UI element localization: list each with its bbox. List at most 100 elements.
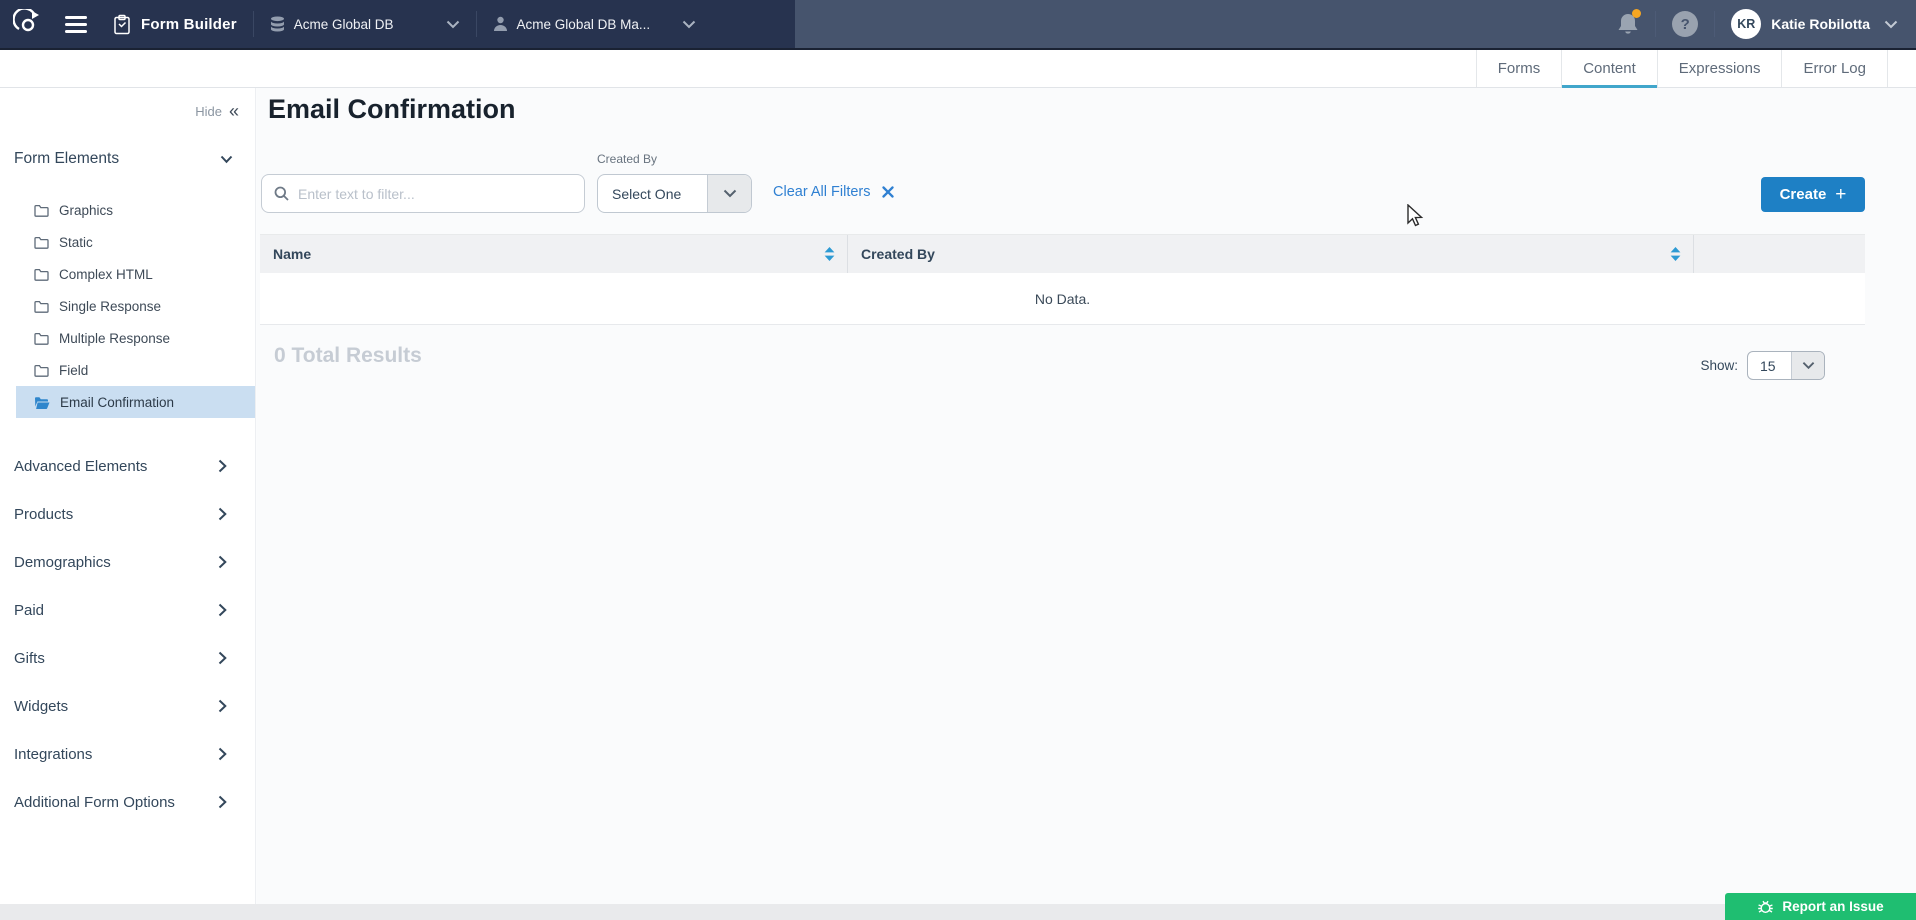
empty-state-row: No Data. bbox=[260, 273, 1865, 325]
sidebar-section-integrations[interactable]: Integrations bbox=[0, 730, 255, 778]
top-navbar: Form Builder Acme Global DB bbox=[0, 0, 1916, 50]
clipboard-icon bbox=[113, 14, 131, 35]
sidebar-item-multiple-response[interactable]: Multiple Response bbox=[16, 322, 255, 354]
column-header-actions bbox=[1694, 235, 1865, 273]
sort-icon[interactable] bbox=[1670, 247, 1681, 261]
notification-badge bbox=[1632, 9, 1641, 18]
sidebar-sections: Advanced Elements Products Demographics … bbox=[0, 442, 255, 826]
sidebar-section-widgets[interactable]: Widgets bbox=[0, 682, 255, 730]
chevron-right-icon bbox=[218, 555, 227, 569]
created-by-select[interactable]: Select One bbox=[597, 174, 752, 213]
search-icon bbox=[274, 186, 289, 201]
help-icon[interactable]: ? bbox=[1672, 11, 1698, 37]
hide-label: Hide bbox=[195, 104, 222, 119]
content-table: Name Created By No Data. bbox=[260, 234, 1865, 325]
tab-expressions[interactable]: Expressions bbox=[1657, 50, 1782, 87]
folder-icon bbox=[34, 332, 49, 345]
section-tabbar: Forms Content Expressions Error Log bbox=[0, 50, 1916, 88]
person-icon bbox=[493, 16, 508, 32]
sidebar-item-field[interactable]: Field bbox=[16, 354, 255, 386]
app-title: Form Builder bbox=[141, 16, 237, 33]
chevron-right-icon bbox=[218, 603, 227, 617]
main-content: Email Confirmation Created By Select One… bbox=[257, 88, 1916, 904]
report-an-issue-button[interactable]: Report an Issue bbox=[1725, 893, 1916, 920]
sidebar-group-form-elements[interactable]: Form Elements bbox=[14, 150, 233, 168]
filter-search-box bbox=[261, 174, 585, 213]
folder-icon bbox=[34, 300, 49, 313]
sidebar-hide-button[interactable]: Hide « bbox=[0, 88, 255, 120]
chevron-down-icon bbox=[707, 175, 751, 212]
page-size-value: 15 bbox=[1748, 352, 1791, 379]
chevron-right-icon bbox=[218, 699, 227, 713]
page-size-select[interactable]: 15 bbox=[1747, 351, 1825, 380]
sidebar-section-paid[interactable]: Paid bbox=[0, 586, 255, 634]
column-header-name: Name bbox=[260, 235, 848, 273]
sidebar-item-email-confirmation[interactable]: Email Confirmation bbox=[16, 386, 255, 418]
folder-icon bbox=[34, 268, 49, 281]
profile-selector[interactable]: Acme Global DB Ma... bbox=[493, 16, 697, 32]
sidebar-item-graphics[interactable]: Graphics bbox=[16, 194, 255, 226]
clear-all-filters-button[interactable]: Clear All Filters bbox=[773, 184, 894, 200]
sidebar-item-complex-html[interactable]: Complex HTML bbox=[16, 258, 255, 290]
chevron-right-icon bbox=[218, 795, 227, 809]
chevron-down-icon bbox=[220, 155, 233, 164]
navbar-divider bbox=[1714, 11, 1715, 37]
notifications-bell-icon[interactable] bbox=[1617, 12, 1639, 36]
created-by-filter-label: Created By bbox=[597, 152, 657, 166]
footer-strip bbox=[0, 904, 1916, 920]
navbar-divider bbox=[1655, 11, 1656, 37]
navbar-divider bbox=[476, 11, 477, 37]
profile-selector-value: Acme Global DB Ma... bbox=[517, 17, 651, 32]
open-folder-icon bbox=[34, 396, 50, 409]
database-selector-value: Acme Global DB bbox=[294, 17, 394, 32]
sidebar-section-advanced-elements[interactable]: Advanced Elements bbox=[0, 442, 255, 490]
sidebar-item-single-response[interactable]: Single Response bbox=[16, 290, 255, 322]
folder-icon bbox=[34, 204, 49, 217]
form-builder-app: Form Builder Acme Global DB bbox=[0, 0, 1916, 920]
tab-content[interactable]: Content bbox=[1561, 50, 1657, 87]
sidebar-section-additional-form-options[interactable]: Additional Form Options bbox=[0, 778, 255, 826]
create-button[interactable]: Create + bbox=[1761, 177, 1865, 212]
sidebar-section-gifts[interactable]: Gifts bbox=[0, 634, 255, 682]
created-by-select-value: Select One bbox=[598, 175, 707, 212]
chevron-down-icon[interactable] bbox=[1884, 20, 1898, 29]
form-elements-list: Graphics Static Complex HTML Single Resp… bbox=[0, 194, 255, 418]
column-header-created-by: Created By bbox=[848, 235, 1694, 273]
sidebar-section-products[interactable]: Products bbox=[0, 490, 255, 538]
sidebar-item-static[interactable]: Static bbox=[16, 226, 255, 258]
database-icon bbox=[270, 16, 285, 33]
app-title-group: Form Builder bbox=[113, 14, 237, 35]
folder-icon bbox=[34, 236, 49, 249]
total-results-text: 0 Total Results bbox=[274, 344, 422, 368]
tab-error-log[interactable]: Error Log bbox=[1781, 50, 1888, 87]
collapse-double-chevron-icon: « bbox=[229, 102, 239, 120]
close-icon bbox=[882, 186, 894, 198]
user-name: Katie Robilotta bbox=[1771, 16, 1870, 32]
sidebar-section-demographics[interactable]: Demographics bbox=[0, 538, 255, 586]
chevron-right-icon bbox=[218, 747, 227, 761]
database-selector[interactable]: Acme Global DB bbox=[270, 16, 460, 33]
page-size-control: Show: 15 bbox=[1700, 351, 1825, 380]
filter-search-input[interactable] bbox=[298, 186, 572, 202]
hamburger-menu-icon[interactable] bbox=[65, 16, 87, 33]
chevron-right-icon bbox=[218, 459, 227, 473]
user-avatar[interactable]: KR bbox=[1731, 9, 1761, 39]
navbar-right: ? KR Katie Robilotta bbox=[1617, 0, 1916, 48]
navbar-divider bbox=[253, 11, 254, 37]
chevron-down-icon bbox=[1791, 352, 1824, 379]
chevron-down-icon bbox=[446, 20, 460, 29]
show-label: Show: bbox=[1700, 358, 1738, 373]
bug-icon bbox=[1757, 899, 1774, 915]
sidebar: Hide « Form Elements Graphics Static Com… bbox=[0, 88, 256, 904]
chevron-down-icon bbox=[682, 20, 696, 29]
table-header-row: Name Created By bbox=[260, 234, 1865, 273]
tab-forms[interactable]: Forms bbox=[1476, 50, 1562, 87]
no-data-text: No Data. bbox=[1035, 291, 1090, 307]
chevron-right-icon bbox=[218, 507, 227, 521]
sort-icon[interactable] bbox=[824, 247, 835, 261]
app-logo-icon[interactable] bbox=[13, 9, 43, 39]
folder-icon bbox=[34, 364, 49, 377]
page-title: Email Confirmation bbox=[268, 94, 516, 125]
chevron-right-icon bbox=[218, 651, 227, 665]
plus-icon: + bbox=[1835, 185, 1846, 204]
